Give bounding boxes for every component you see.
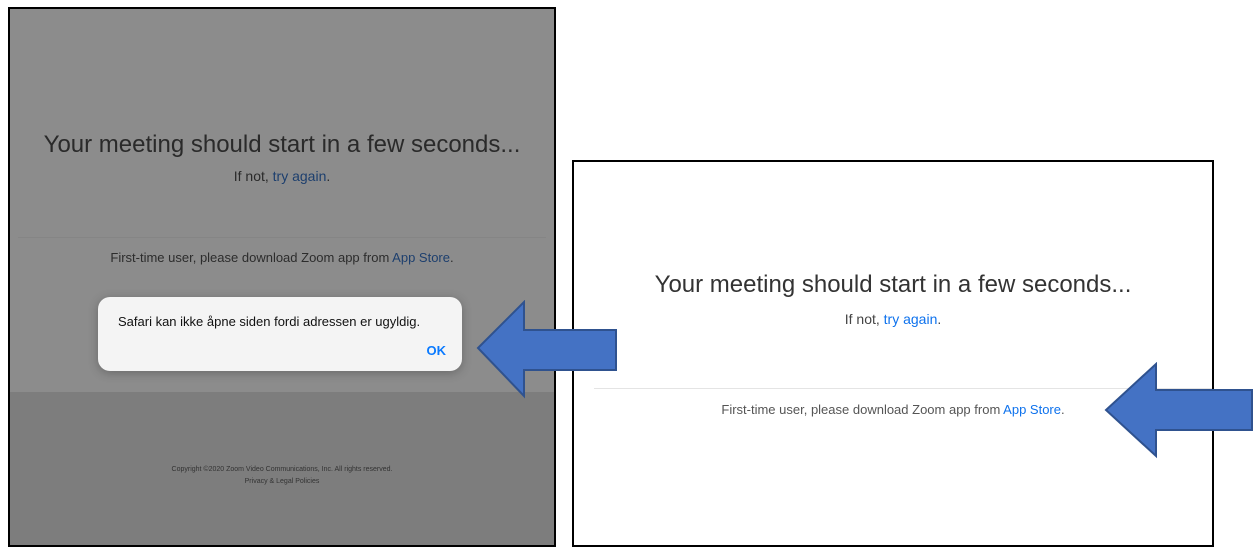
retry-line: If not, try again.	[574, 311, 1212, 327]
right-arrow-icon	[1104, 362, 1253, 459]
left-screenshot-panel: Your meeting should start in a few secon…	[8, 7, 556, 547]
meeting-title: Your meeting should start in a few secon…	[43, 131, 521, 158]
alert-message: Safari kan ikke åpne siden fordi adresse…	[118, 314, 421, 329]
retry-suffix: .	[326, 168, 331, 184]
footer: Copyright ©2020 Zoom Video Communication…	[10, 464, 554, 488]
retry-prefix: If not,	[233, 168, 273, 184]
download-suffix: .	[1061, 402, 1065, 417]
app-store-link[interactable]: App Store	[392, 250, 450, 265]
left-arrow-icon	[476, 300, 617, 399]
retry-line: If not, try again.	[10, 168, 554, 184]
alert-ok-button[interactable]: OK	[427, 343, 447, 358]
safari-alert-dialog: Safari kan ikke åpne siden fordi adresse…	[98, 297, 462, 371]
try-again-link[interactable]: try again	[884, 311, 938, 327]
divider	[18, 237, 546, 238]
download-prefix: First-time user, please download Zoom ap…	[110, 250, 393, 265]
retry-prefix: If not,	[844, 311, 884, 327]
download-prefix: First-time user, please download Zoom ap…	[721, 402, 1004, 417]
download-line: First-time user, please download Zoom ap…	[10, 250, 554, 265]
app-store-link[interactable]: App Store	[1003, 402, 1061, 417]
copyright-text: Copyright ©2020 Zoom Video Communication…	[171, 466, 393, 473]
download-suffix: .	[450, 250, 454, 265]
retry-suffix: .	[937, 311, 942, 327]
try-again-link[interactable]: try again	[273, 168, 327, 184]
right-screenshot-panel: Your meeting should start in a few secon…	[572, 160, 1214, 547]
meeting-title: Your meeting should start in a few secon…	[654, 271, 1132, 298]
privacy-link[interactable]: Privacy & Legal Policies	[10, 476, 554, 488]
